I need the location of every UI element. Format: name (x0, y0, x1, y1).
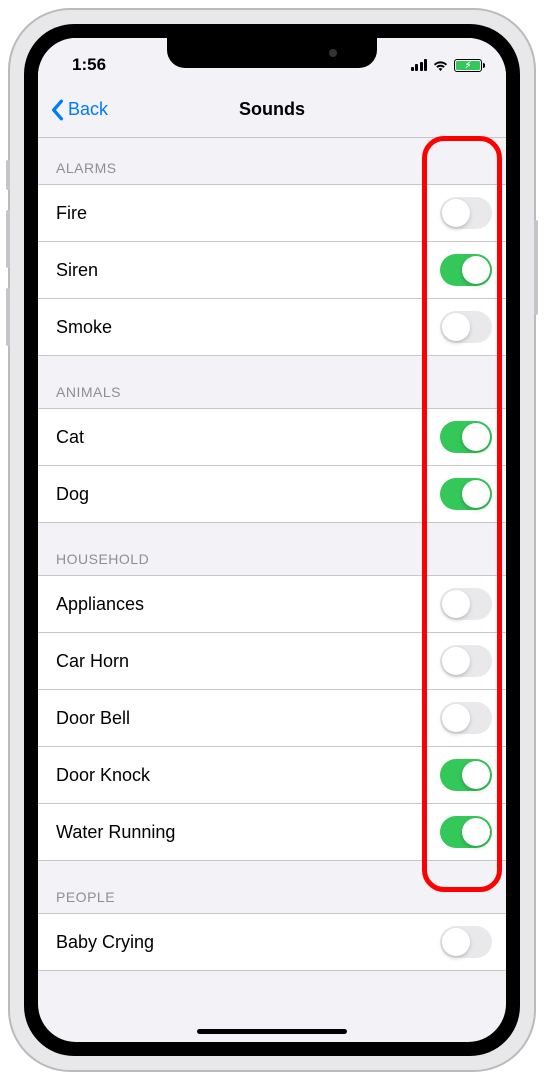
section-header: Household (38, 523, 506, 576)
toggle-switch[interactable] (440, 311, 492, 343)
settings-row: Water Running (38, 804, 506, 861)
settings-row: Cat (38, 409, 506, 466)
cellular-icon (411, 59, 428, 71)
battery-icon: ⚡︎ (454, 59, 482, 72)
charging-icon: ⚡︎ (465, 61, 471, 70)
row-label: Fire (56, 203, 87, 224)
nav-bar: Back Sounds (38, 82, 506, 138)
row-label: Siren (56, 260, 98, 281)
row-label: Appliances (56, 594, 144, 615)
toggle-switch[interactable] (440, 478, 492, 510)
section-header: Animals (38, 356, 506, 409)
toggle-switch[interactable] (440, 816, 492, 848)
status-right: ⚡︎ (411, 59, 483, 72)
toggle-switch[interactable] (440, 588, 492, 620)
status-time: 1:56 (72, 55, 106, 75)
row-label: Dog (56, 484, 89, 505)
toggle-switch[interactable] (440, 645, 492, 677)
notch (167, 38, 377, 68)
settings-row: Appliances (38, 576, 506, 633)
side-buttons-right (534, 220, 538, 315)
section-header: People (38, 861, 506, 914)
row-label: Baby Crying (56, 932, 154, 953)
settings-row: Door Knock (38, 747, 506, 804)
settings-row: Siren (38, 242, 506, 299)
settings-row: Baby Crying (38, 914, 506, 971)
row-label: Door Knock (56, 765, 150, 786)
toggle-knob (442, 704, 470, 732)
toggle-switch[interactable] (440, 759, 492, 791)
row-label: Door Bell (56, 708, 130, 729)
screen: 1:56 ⚡︎ B (38, 38, 506, 1042)
back-label: Back (68, 99, 108, 120)
home-indicator[interactable] (197, 1029, 347, 1034)
toggle-knob (442, 928, 470, 956)
toggle-switch[interactable] (440, 197, 492, 229)
toggle-knob (462, 818, 490, 846)
toggle-knob (442, 313, 470, 341)
toggle-knob (462, 256, 490, 284)
toggle-knob (462, 761, 490, 789)
chevron-left-icon (50, 99, 64, 121)
toggle-knob (442, 590, 470, 618)
phone-frame: 1:56 ⚡︎ B (10, 10, 534, 1070)
row-label: Car Horn (56, 651, 129, 672)
settings-row: Dog (38, 466, 506, 523)
row-label: Water Running (56, 822, 175, 843)
wifi-icon (432, 59, 449, 72)
settings-row: Car Horn (38, 633, 506, 690)
toggle-knob (462, 480, 490, 508)
toggle-switch[interactable] (440, 702, 492, 734)
toggle-switch[interactable] (440, 421, 492, 453)
settings-row: Fire (38, 185, 506, 242)
toggle-knob (442, 647, 470, 675)
settings-row: Door Bell (38, 690, 506, 747)
page-title: Sounds (239, 99, 305, 120)
settings-row: Smoke (38, 299, 506, 356)
row-label: Cat (56, 427, 84, 448)
side-buttons-left (6, 160, 10, 366)
content-scroll[interactable]: Alarms Fire Siren Smoke Animals Cat Dog Househo… (38, 138, 506, 1042)
toggle-switch[interactable] (440, 254, 492, 286)
back-button[interactable]: Back (38, 99, 108, 121)
section-header: Alarms (38, 138, 506, 185)
toggle-knob (462, 423, 490, 451)
toggle-knob (442, 199, 470, 227)
row-label: Smoke (56, 317, 112, 338)
toggle-switch[interactable] (440, 926, 492, 958)
